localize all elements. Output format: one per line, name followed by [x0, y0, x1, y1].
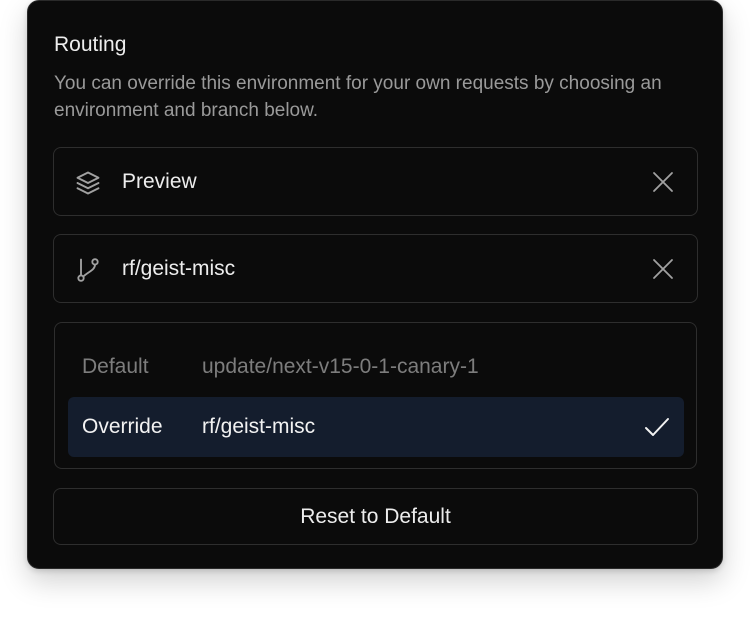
route-option-default[interactable]: Default update/next-v15-0-1-canary-1	[68, 337, 684, 397]
close-icon[interactable]	[651, 257, 675, 281]
environment-value: Preview	[122, 170, 197, 193]
panel-title: Routing	[54, 33, 127, 56]
git-branch-icon	[74, 256, 102, 284]
close-icon[interactable]	[651, 170, 675, 194]
environment-select[interactable]: Preview	[53, 147, 698, 216]
route-label: Default	[82, 355, 149, 378]
branch-value: rf/geist-misc	[122, 257, 236, 280]
route-options: Default update/next-v15-0-1-canary-1 Ove…	[54, 322, 697, 469]
route-branch: rf/geist-misc	[202, 415, 316, 438]
branch-select[interactable]: rf/geist-misc	[53, 234, 698, 303]
route-option-override[interactable]: Override rf/geist-misc	[68, 397, 684, 457]
layers-icon	[74, 169, 102, 197]
panel-description: You can override this environment for yo…	[54, 73, 662, 121]
check-icon	[644, 415, 670, 439]
route-label: Override	[82, 415, 163, 438]
route-branch: update/next-v15-0-1-canary-1	[202, 355, 479, 378]
reset-to-default-button[interactable]: Reset to Default	[53, 488, 698, 545]
routing-panel: Routing You can override this environmen…	[27, 0, 723, 569]
